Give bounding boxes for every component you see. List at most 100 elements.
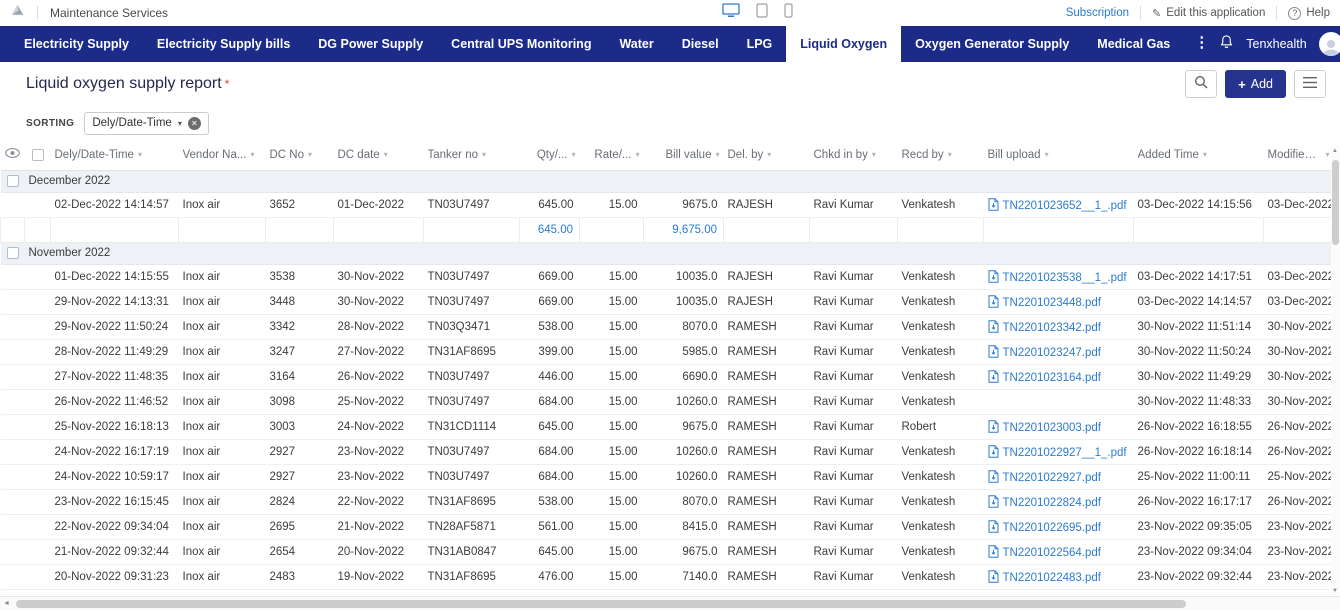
column-header-modified-time[interactable]: Modified Time▾ [1264, 140, 1334, 170]
scroll-down-icon[interactable]: ▼ [1332, 588, 1338, 594]
column-menu-icon[interactable]: ▾ [384, 150, 388, 159]
scroll-up-icon[interactable]: ▲ [1332, 148, 1338, 154]
scroll-left-icon[interactable]: ◄ [3, 600, 10, 607]
bill-upload-link[interactable]: TN2201022927.pdf [1003, 472, 1101, 484]
nav-tab-liquid-oxygen[interactable]: Liquid Oxygen [786, 26, 901, 62]
cell-bill-upload[interactable]: TN2201023247.pdf [984, 339, 1134, 364]
bill-upload-link[interactable]: TN2201023247.pdf [1003, 347, 1101, 359]
bill-upload-link[interactable]: TN2201023448.pdf [1003, 297, 1101, 309]
bill-upload-link[interactable]: TN2201022695.pdf [1003, 522, 1101, 534]
remove-sort-icon[interactable]: ✕ [188, 117, 201, 130]
nav-tab-electricity-supply-bills[interactable]: Electricity Supply bills [143, 26, 304, 62]
bill-upload-link[interactable]: TN2201023164.pdf [1003, 372, 1101, 384]
nav-more-icon[interactable]: ⋮ [1184, 26, 1219, 62]
cell-bill-upload[interactable]: TN2201023003.pdf [984, 414, 1134, 439]
column-header-tanker-no[interactable]: Tanker no▾ [424, 140, 520, 170]
column-header-del-by[interactable]: Del. by▾ [724, 140, 810, 170]
column-menu-icon[interactable]: ▾ [1045, 150, 1049, 159]
column-menu-icon[interactable]: ▾ [1203, 150, 1207, 159]
bill-upload-link[interactable]: TN2201023652__1_.pdf [1003, 200, 1127, 212]
chevron-down-icon[interactable]: ▾ [178, 119, 182, 128]
show-hide-eye-icon[interactable] [1, 140, 25, 170]
bill-upload-link[interactable]: TN2201022824.pdf [1003, 497, 1101, 509]
table-row[interactable]: 02-Dec-2022 14:14:57Inox air365201-Dec-2… [1, 192, 1334, 217]
nav-tab-dg-power-supply[interactable]: DG Power Supply [304, 26, 437, 62]
column-menu-icon[interactable]: ▾ [635, 150, 639, 159]
cell-bill-upload[interactable]: TN2201023342.pdf [984, 314, 1134, 339]
nav-tab-medical-gas[interactable]: Medical Gas [1083, 26, 1184, 62]
sort-chip[interactable]: Dely/Date-Time ▾ ✕ [84, 112, 208, 135]
table-row[interactable]: 25-Nov-2022 16:18:13Inox air300324-Nov-2… [1, 414, 1334, 439]
vertical-scrollbar-thumb[interactable] [1332, 160, 1339, 245]
bill-upload-link[interactable]: TN2201023538__1_.pdf [1003, 272, 1127, 284]
vertical-scrollbar[interactable]: ▲ ▼ [1331, 146, 1340, 596]
table-row[interactable]: 23-Nov-2022 16:15:45Inox air282422-Nov-2… [1, 489, 1334, 514]
column-menu-icon[interactable]: ▾ [250, 150, 254, 159]
help-button[interactable]: ? Help [1288, 7, 1330, 20]
table-row[interactable]: 24-Nov-2022 16:17:19Inox air292723-Nov-2… [1, 439, 1334, 464]
nav-tab-electricity-supply[interactable]: Electricity Supply [10, 26, 143, 62]
nav-tab-diesel[interactable]: Diesel [668, 26, 733, 62]
column-header-dely-date-time[interactable]: Dely/Date-Time▾ [51, 140, 179, 170]
column-menu-icon[interactable]: ▾ [767, 150, 771, 159]
bill-upload-link[interactable]: TN2201023342.pdf [1003, 322, 1101, 334]
table-row[interactable]: 26-Nov-2022 11:46:52Inox air309825-Nov-2… [1, 389, 1334, 414]
table-row[interactable]: 21-Nov-2022 09:32:44Inox air265420-Nov-2… [1, 539, 1334, 564]
column-header-bill-value[interactable]: Bill value▾ [644, 140, 724, 170]
tablet-icon[interactable] [756, 3, 768, 23]
group-checkbox[interactable] [1, 242, 25, 264]
column-header-chkd-in-by[interactable]: Chkd in by▾ [810, 140, 898, 170]
nav-tab-central-ups-monitoring[interactable]: Central UPS Monitoring [437, 26, 605, 62]
column-header-dc-no[interactable]: DC No▾ [266, 140, 334, 170]
table-row[interactable]: 28-Nov-2022 11:49:29Inox air324727-Nov-2… [1, 339, 1334, 364]
column-menu-icon[interactable]: ▾ [872, 150, 876, 159]
column-header-vendor-na[interactable]: Vendor Na...▾ [179, 140, 266, 170]
table-row[interactable]: 27-Nov-2022 11:48:35Inox air316426-Nov-2… [1, 364, 1334, 389]
cell-bill-upload[interactable]: TN2201023538__1_.pdf [984, 264, 1134, 289]
table-row[interactable]: 20-Nov-2022 09:31:23Inox air248319-Nov-2… [1, 564, 1334, 589]
column-menu-icon[interactable]: ▾ [1325, 150, 1329, 159]
avatar[interactable] [1319, 32, 1340, 56]
horizontal-scrollbar[interactable]: ◄ [0, 596, 1340, 610]
column-menu-icon[interactable]: ▾ [308, 150, 312, 159]
column-header-added-time[interactable]: Added Time▾ [1134, 140, 1264, 170]
bill-upload-link[interactable]: TN2201022564.pdf [1003, 547, 1101, 559]
nav-tab-water[interactable]: Water [605, 26, 667, 62]
column-menu-icon[interactable]: ▾ [138, 150, 142, 159]
table-row[interactable]: 22-Nov-2022 09:34:04Inox air269521-Nov-2… [1, 514, 1334, 539]
subscription-link[interactable]: Subscription [1066, 7, 1129, 19]
cell-bill-upload[interactable]: TN2201023448.pdf [984, 289, 1134, 314]
table-row[interactable]: 29-Nov-2022 14:13:31Inox air344830-Nov-2… [1, 289, 1334, 314]
edit-application-button[interactable]: ✎ Edit this application [1152, 7, 1265, 20]
mobile-icon[interactable] [784, 3, 793, 23]
bill-upload-link[interactable]: TN2201022483.pdf [1003, 572, 1101, 584]
cell-bill-upload[interactable]: TN2201023652__1_.pdf [984, 192, 1134, 217]
column-header-qty[interactable]: Qty/...▾ [520, 140, 580, 170]
column-menu-icon[interactable]: ▾ [715, 150, 719, 159]
cell-bill-upload[interactable]: TN2201023164.pdf [984, 364, 1134, 389]
cell-bill-upload[interactable]: TN2201022483.pdf [984, 564, 1134, 589]
notifications-bell-icon[interactable] [1219, 34, 1234, 55]
cell-bill-upload[interactable]: TN2201022927__1_.pdf [984, 439, 1134, 464]
table-row[interactable]: 29-Nov-2022 11:50:24Inox air334228-Nov-2… [1, 314, 1334, 339]
cell-bill-upload[interactable]: TN2201022927.pdf [984, 464, 1134, 489]
view-options-button[interactable] [1294, 70, 1326, 98]
column-header-rate[interactable]: Rate/...▾ [580, 140, 644, 170]
cell-bill-upload[interactable]: TN2201022564.pdf [984, 539, 1134, 564]
column-menu-icon[interactable]: ▾ [571, 150, 575, 159]
column-menu-icon[interactable]: ▾ [948, 150, 952, 159]
select-all-checkbox[interactable] [25, 140, 51, 170]
column-menu-icon[interactable]: ▾ [482, 150, 486, 159]
column-header-recd-by[interactable]: Recd by▾ [898, 140, 984, 170]
table-row[interactable]: 24-Nov-2022 10:59:17Inox air292723-Nov-2… [1, 464, 1334, 489]
bill-upload-link[interactable]: TN2201022927__1_.pdf [1003, 447, 1127, 459]
column-header-dc-date[interactable]: DC date▾ [334, 140, 424, 170]
nav-tab-lpg[interactable]: LPG [733, 26, 787, 62]
horizontal-scrollbar-thumb[interactable] [16, 600, 1186, 608]
search-button[interactable] [1185, 70, 1217, 98]
column-header-bill-upload[interactable]: Bill upload▾ [984, 140, 1134, 170]
nav-tab-oxygen-generator-supply[interactable]: Oxygen Generator Supply [901, 26, 1083, 62]
add-button[interactable]: + Add [1225, 70, 1286, 98]
desktop-icon[interactable] [722, 3, 740, 23]
table-row[interactable]: 01-Dec-2022 14:15:55Inox air353830-Nov-2… [1, 264, 1334, 289]
